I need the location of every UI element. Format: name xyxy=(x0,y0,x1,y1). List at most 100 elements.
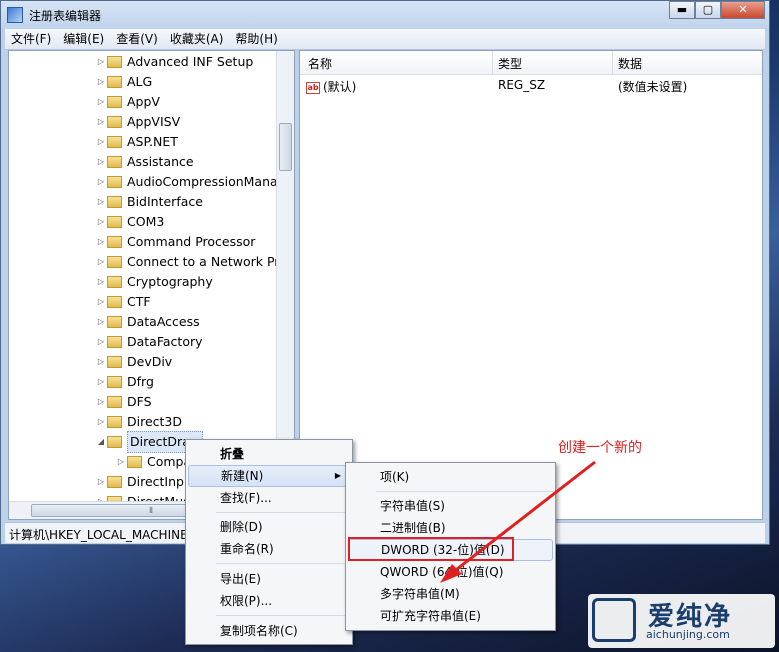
expand-arrow-icon[interactable]: ▷ xyxy=(95,272,107,292)
menu-favorites[interactable]: 收藏夹(A) xyxy=(164,29,230,49)
folder-icon xyxy=(107,136,122,148)
maximize-button[interactable]: ▢ xyxy=(695,1,721,19)
value-type: REG_SZ xyxy=(498,78,546,92)
folder-icon xyxy=(107,256,122,268)
tree-item[interactable]: ▷ DirectInput xyxy=(95,472,197,492)
tree-item[interactable]: ▷ COM3 xyxy=(95,212,164,232)
annotation-text: 创建一个新的 xyxy=(558,440,642,456)
menu-export[interactable]: 导出(E) xyxy=(188,568,350,590)
menu-view[interactable]: 查看(V) xyxy=(110,29,164,49)
scroll-thumb[interactable] xyxy=(279,123,292,171)
menu-new[interactable]: 新建(N) ▶ xyxy=(188,465,350,487)
tree-item[interactable]: ▷ AppVISV xyxy=(95,112,180,132)
folder-icon xyxy=(107,396,122,408)
tree-item-label: Direct3D xyxy=(127,414,183,429)
string-value-icon: ab xyxy=(306,81,320,94)
expand-arrow-icon[interactable]: ▷ xyxy=(95,232,107,252)
column-name[interactable]: 名称 xyxy=(308,55,332,72)
tree-item[interactable]: ▷ BidInterface xyxy=(95,192,203,212)
menu-new-multi-string-value[interactable]: 多字符串值(M) xyxy=(348,583,553,605)
tree-item-label: DFS xyxy=(127,394,152,409)
collapse-arrow-icon[interactable]: ◢ xyxy=(95,432,107,452)
expand-arrow-icon[interactable]: ▷ xyxy=(95,312,107,332)
tree-item[interactable]: ▷ AppV xyxy=(95,92,160,112)
expand-arrow-icon[interactable]: ▷ xyxy=(95,412,107,432)
tree-item[interactable]: ▷ Connect to a Network Pro xyxy=(95,252,287,272)
tree-item-label: ASP.NET xyxy=(127,134,178,149)
menu-edit[interactable]: 编辑(E) xyxy=(57,29,110,49)
tree-item[interactable]: ▷ DataFactory xyxy=(95,332,203,352)
folder-icon xyxy=(107,276,122,288)
menu-separator xyxy=(216,563,350,564)
expand-arrow-icon[interactable]: ▷ xyxy=(95,252,107,272)
tree-item[interactable]: ▷ Advanced INF Setup xyxy=(95,52,253,72)
menu-rename[interactable]: 重命名(R) xyxy=(188,538,350,560)
expand-arrow-icon[interactable]: ▷ xyxy=(95,212,107,232)
folder-icon xyxy=(107,476,122,488)
menu-permissions[interactable]: 权限(P)... xyxy=(188,590,350,612)
tree-item-label: Assistance xyxy=(127,154,194,169)
expand-arrow-icon[interactable]: ▷ xyxy=(95,372,107,392)
value-name: (默认) xyxy=(323,80,357,94)
tree-item[interactable]: ▷ Direct3D xyxy=(95,412,182,432)
menu-separator xyxy=(376,491,553,492)
expand-arrow-icon[interactable]: ▷ xyxy=(95,132,107,152)
expand-arrow-icon[interactable]: ▷ xyxy=(95,72,107,92)
window-title: 注册表编辑器 xyxy=(29,9,102,23)
tree-item[interactable]: ▷ CTF xyxy=(95,292,151,312)
folder-icon xyxy=(107,336,122,348)
tree-item[interactable]: ▷ DataAccess xyxy=(95,312,200,332)
expand-arrow-icon[interactable]: ▷ xyxy=(95,92,107,112)
tree-item-label: CTF xyxy=(127,294,151,309)
tree-item-label: AppV xyxy=(127,94,160,109)
folder-icon xyxy=(107,56,122,68)
tree-item[interactable]: ▷ DevDiv xyxy=(95,352,172,372)
menu-delete[interactable]: 删除(D) xyxy=(188,516,350,538)
tree-item[interactable]: ▷ Compa xyxy=(115,452,191,472)
expand-arrow-icon[interactable]: ▷ xyxy=(95,292,107,312)
menu-new-dword-value[interactable]: DWORD (32-位)值(D) xyxy=(348,539,553,561)
minimize-button[interactable]: ▬ xyxy=(669,1,695,19)
tree-item-label: DataFactory xyxy=(127,334,203,349)
expand-arrow-icon[interactable]: ▷ xyxy=(95,152,107,172)
tree-item-label: BidInterface xyxy=(127,194,203,209)
menu-new-string-value[interactable]: 字符串值(S) xyxy=(348,495,553,517)
folder-icon xyxy=(107,296,122,308)
tree-item[interactable]: ▷ DFS xyxy=(95,392,152,412)
tree-item[interactable]: ▷ ALG xyxy=(95,72,152,92)
menu-new-key[interactable]: 项(K) xyxy=(348,466,553,488)
expand-arrow-icon[interactable]: ▷ xyxy=(95,52,107,72)
tree-item[interactable]: ▷ AudioCompressionManag xyxy=(95,172,286,192)
column-data[interactable]: 数据 xyxy=(618,55,642,72)
folder-icon xyxy=(107,96,122,108)
tree-item[interactable]: ▷ ASP.NET xyxy=(95,132,178,152)
menu-new-qword-value[interactable]: QWORD (64 位)值(Q) xyxy=(348,561,553,583)
menu-file[interactable]: 文件(F) xyxy=(5,29,57,49)
column-type[interactable]: 类型 xyxy=(498,55,522,72)
expand-arrow-icon[interactable]: ▷ xyxy=(95,352,107,372)
expand-arrow-icon[interactable]: ▷ xyxy=(115,452,127,472)
menu-find[interactable]: 查找(F)... xyxy=(188,487,350,509)
list-row[interactable]: ab (默认) REG_SZ (数值未设置) xyxy=(300,75,762,95)
tree-item-label: Cryptography xyxy=(127,274,213,289)
expand-arrow-icon[interactable]: ▷ xyxy=(95,192,107,212)
expand-arrow-icon[interactable]: ▷ xyxy=(95,332,107,352)
expand-arrow-icon[interactable]: ▷ xyxy=(95,392,107,412)
tree-item[interactable]: ▷ Dfrg xyxy=(95,372,154,392)
expand-arrow-icon[interactable]: ▷ xyxy=(95,112,107,132)
close-button[interactable]: ✕ xyxy=(721,1,765,19)
menu-new-binary-value[interactable]: 二进制值(B) xyxy=(348,517,553,539)
menu-new-expandable-string-value[interactable]: 可扩充字符串值(E) xyxy=(348,605,553,627)
title-bar[interactable]: 注册表编辑器 ▬ ▢ ✕ xyxy=(1,1,769,29)
column-divider[interactable] xyxy=(492,51,493,74)
expand-arrow-icon[interactable]: ▷ xyxy=(95,472,107,492)
menu-help[interactable]: 帮助(H) xyxy=(229,29,283,49)
list-header: 名称 类型 数据 xyxy=(300,51,762,75)
tree-item[interactable]: ▷ Cryptography xyxy=(95,272,213,292)
menu-copy-key-name[interactable]: 复制项名称(C) xyxy=(188,620,350,642)
menu-collapse[interactable]: 折叠 xyxy=(188,443,350,465)
column-divider[interactable] xyxy=(612,51,613,74)
expand-arrow-icon[interactable]: ▷ xyxy=(95,172,107,192)
tree-item[interactable]: ▷ Assistance xyxy=(95,152,194,172)
tree-item[interactable]: ▷ Command Processor xyxy=(95,232,256,252)
